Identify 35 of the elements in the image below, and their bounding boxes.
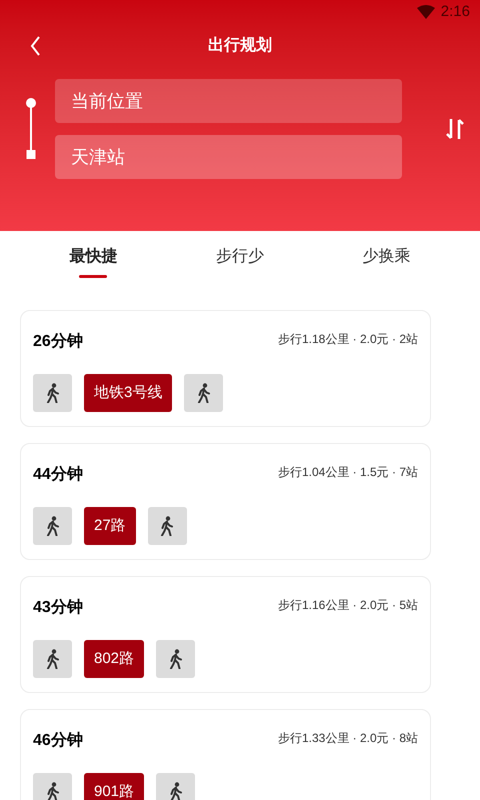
route-card[interactable]: 43分钟 步行1.16公里 · 2.0元 · 5站 802路 xyxy=(20,576,431,693)
origin-field[interactable]: 当前位置 xyxy=(55,79,402,123)
route-summary: 步行1.16公里 · 2.0元 · 5站 xyxy=(278,597,418,614)
transit-line-tag: 802路 xyxy=(84,640,144,678)
tab[interactable]: 步行少 xyxy=(166,245,314,293)
walking-person-icon xyxy=(168,782,183,800)
duration-text: 46分钟 xyxy=(33,730,83,751)
duration-text: 43分钟 xyxy=(33,598,83,618)
walking-person-icon xyxy=(46,649,60,669)
route-card[interactable]: 44分钟 步行1.04公里 · 1.5元 · 7站 27路 xyxy=(20,443,431,560)
route-summary: 步行1.04公里 · 1.5元 · 7站 xyxy=(278,464,418,481)
route-summary: 步行1.33公里 · 2.0元 · 8站 xyxy=(278,730,418,747)
page-title: 出行规划 xyxy=(208,36,272,56)
walking-person-icon xyxy=(46,516,60,536)
duration-text: 26分钟 xyxy=(33,332,83,352)
status-time: 2:16 xyxy=(440,2,470,22)
transit-line-tag: 901路 xyxy=(84,773,144,800)
route-line-icon xyxy=(25,96,37,162)
walking-person-icon xyxy=(46,782,60,800)
back-icon xyxy=(30,36,40,56)
walking-person-icon xyxy=(46,383,60,403)
swap-icon xyxy=(445,117,465,141)
tab[interactable]: 最快捷 xyxy=(20,245,167,293)
route-summary: 步行1.18公里 · 2.0元 · 2站 xyxy=(278,331,418,348)
walking-person-icon xyxy=(196,383,211,403)
transit-line-tag: 27路 xyxy=(84,507,136,545)
tab[interactable]: 少换乘 xyxy=(313,245,460,293)
walking-person-icon xyxy=(168,649,183,669)
route-card[interactable]: 46分钟 步行1.33公里 · 2.0元 · 8站 901路 xyxy=(20,709,431,800)
duration-text: 44分钟 xyxy=(33,464,83,485)
walking-person-icon xyxy=(160,516,174,536)
swap-button[interactable] xyxy=(444,116,466,142)
wifi-icon xyxy=(416,5,435,19)
transit-line-tag: 地铁3号线 xyxy=(84,374,172,412)
route-card[interactable]: 26分钟 步行1.18公里 · 2.0元 · 2站 地铁3号线 xyxy=(20,310,431,427)
